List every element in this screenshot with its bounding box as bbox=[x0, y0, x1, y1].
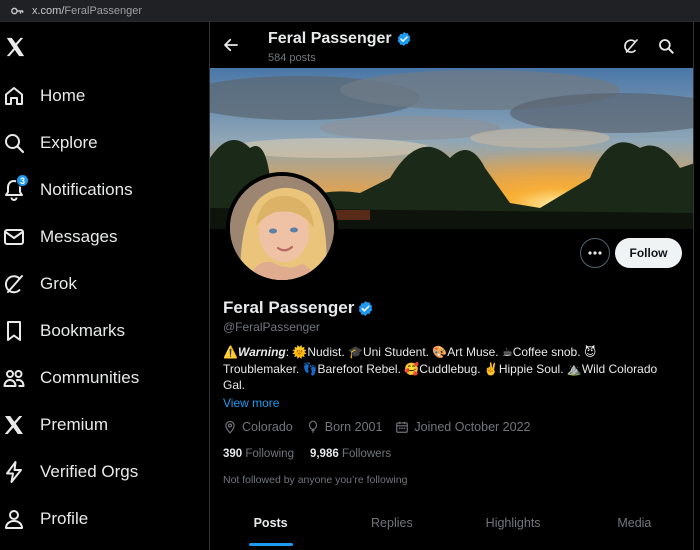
lightning-icon bbox=[2, 460, 26, 484]
location-item: Colorado bbox=[223, 420, 293, 434]
search-icon[interactable] bbox=[657, 37, 675, 55]
followers-link[interactable]: 9,986 Followers bbox=[310, 448, 391, 460]
sidebar-item-label: Messages bbox=[40, 227, 118, 246]
location-pin-icon bbox=[225, 420, 235, 434]
calendar-icon bbox=[396, 421, 409, 433]
post-count: 584 posts bbox=[268, 52, 316, 64]
bell-icon: 3 bbox=[2, 174, 29, 202]
tab-media[interactable]: Media bbox=[574, 506, 693, 550]
view-more-link[interactable]: View more bbox=[223, 396, 279, 410]
search-icon bbox=[2, 131, 26, 155]
people-icon bbox=[2, 366, 26, 390]
address-bar[interactable]: x.com/FeralPassenger bbox=[0, 0, 700, 22]
sidebar-item-label: Home bbox=[40, 86, 86, 105]
sidebar-item-grok[interactable]: Grok bbox=[0, 264, 200, 304]
more-dots-icon bbox=[588, 251, 602, 255]
sidebar-item-label: Grok bbox=[40, 274, 77, 293]
profile-header-bar: Feral Passenger 584 posts bbox=[210, 22, 693, 68]
followers-count: 9,986 bbox=[309, 448, 339, 460]
tab-replies[interactable]: Replies bbox=[331, 506, 452, 550]
not-followed-note: Not followed by anyone you’re following bbox=[223, 474, 408, 486]
back-arrow-icon[interactable] bbox=[222, 36, 240, 54]
joined-item: Joined October 2022 bbox=[395, 420, 530, 434]
sidebar-item-premium[interactable]: Premium bbox=[0, 405, 200, 445]
bookmark-icon bbox=[2, 319, 26, 343]
bio-line: Gal. bbox=[223, 378, 246, 392]
verified-badge-icon[interactable] bbox=[357, 300, 374, 317]
sidebar-item-explore[interactable]: Explore bbox=[0, 123, 200, 163]
warning-icon: ⚠️ bbox=[223, 345, 238, 359]
profile-meta: Colorado Born 2001 Joined October 2022 bbox=[223, 420, 543, 434]
profile-handle: @FeralPassenger bbox=[223, 320, 320, 334]
sidebar-item-label: Profile bbox=[40, 509, 89, 528]
birthdate-item: Born 2001 bbox=[306, 420, 383, 434]
sidebar-item-profile[interactable]: Profile bbox=[0, 499, 200, 539]
grok-icon bbox=[2, 272, 26, 296]
sidebar-item-label: Verified Orgs bbox=[40, 462, 139, 481]
sidebar-nav: Home Explore 3 Notifications Messages Gr… bbox=[0, 22, 210, 550]
born-text: Born 2001 bbox=[324, 420, 383, 434]
tab-posts[interactable]: Posts bbox=[210, 506, 331, 550]
profile-tabs: Posts Replies Highlights Media bbox=[210, 506, 693, 550]
bio-line: ⚠️Warning: 🌞Nudist. 🎓Uni Student. 🎨Art M… bbox=[223, 344, 685, 361]
profile-avatar[interactable] bbox=[226, 172, 338, 284]
verified-badge-icon[interactable] bbox=[396, 31, 412, 47]
followers-label: Followers bbox=[341, 448, 392, 460]
sidebar-item-notifications[interactable]: 3 Notifications bbox=[0, 170, 200, 210]
sidebar-item-label: Bookmarks bbox=[40, 321, 126, 340]
sidebar-item-messages[interactable]: Messages bbox=[0, 217, 200, 257]
balloon-icon bbox=[308, 420, 317, 433]
url-path: FeralPassenger bbox=[64, 4, 143, 17]
notification-count-badge: 3 bbox=[16, 174, 29, 187]
follow-button[interactable]: Follow bbox=[615, 238, 682, 268]
sidebar-item-label: Premium bbox=[40, 415, 109, 434]
x-logo-icon bbox=[2, 413, 26, 437]
sidebar-item-label: Explore bbox=[40, 133, 98, 152]
x-logo-icon[interactable] bbox=[4, 36, 26, 58]
joined-text: Joined October 2022 bbox=[414, 420, 531, 434]
more-options-button[interactable] bbox=[580, 238, 610, 268]
bio-warning: Warning bbox=[237, 345, 286, 359]
location-text: Colorado bbox=[242, 420, 293, 434]
profile-bio: ⚠️Warning: 🌞Nudist. 🎓Uni Student. 🎨Art M… bbox=[223, 344, 685, 394]
profile-display-name: Feral Passenger bbox=[223, 298, 374, 318]
home-icon bbox=[2, 84, 26, 108]
envelope-icon bbox=[2, 225, 26, 249]
bio-line: Troublemaker. 👣Barefoot Rebel. 🥰Cuddlebu… bbox=[223, 361, 658, 376]
following-label: Following bbox=[245, 448, 294, 460]
sidebar-item-label: Notifications bbox=[40, 180, 133, 199]
grok-icon[interactable] bbox=[622, 37, 640, 55]
header-name-text: Feral Passenger bbox=[268, 30, 392, 47]
profile-name-text: Feral Passenger bbox=[223, 298, 355, 317]
tab-highlights[interactable]: Highlights bbox=[453, 506, 574, 550]
sidebar-item-bookmarks[interactable]: Bookmarks bbox=[0, 311, 200, 351]
sidebar-item-verified-orgs[interactable]: Verified Orgs bbox=[0, 452, 200, 492]
sidebar-item-label: Communities bbox=[40, 368, 140, 387]
follow-stats: 390 Following 9,986 Followers bbox=[223, 448, 407, 460]
sidebar-item-communities[interactable]: Communities bbox=[0, 358, 200, 398]
bio-text: : 🌞Nudist. 🎓Uni Student. 🎨Art Muse. ☕Cof… bbox=[285, 345, 597, 359]
profile-column: Feral Passenger 584 posts Follow Feral P… bbox=[209, 22, 694, 550]
following-link[interactable]: 390 Following bbox=[223, 448, 294, 460]
url-domain: x.com/ bbox=[32, 4, 65, 17]
person-icon bbox=[2, 507, 26, 531]
url-text[interactable]: x.com/FeralPassenger bbox=[32, 5, 142, 17]
header-display-name: Feral Passenger bbox=[268, 30, 412, 48]
site-info-icon[interactable] bbox=[10, 4, 24, 18]
following-count: 390 bbox=[223, 448, 243, 460]
sidebar-item-home[interactable]: Home bbox=[0, 76, 200, 116]
